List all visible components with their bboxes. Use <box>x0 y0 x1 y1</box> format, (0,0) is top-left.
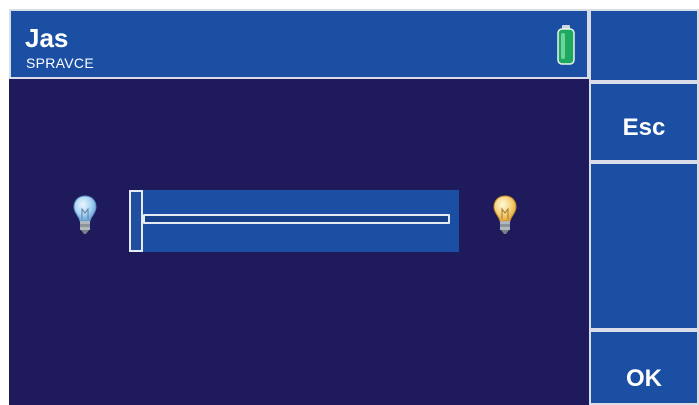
header: Jas SPRAVCE <box>9 9 589 79</box>
user-role-label: SPRAVCE <box>26 55 94 71</box>
esc-button-label: Esc <box>622 114 666 141</box>
brightness-screen: Jas SPRAVCE Esc OK <box>0 0 699 405</box>
side-button-middle[interactable] <box>589 162 699 330</box>
esc-button[interactable]: Esc <box>589 82 699 162</box>
frame-top <box>0 0 699 9</box>
brightness-slider-handle[interactable] <box>129 190 143 252</box>
side-button-top[interactable] <box>589 9 699 82</box>
bulb-dim-icon <box>73 195 97 234</box>
bulb-bright-icon <box>493 195 517 234</box>
brightness-slider[interactable] <box>129 190 459 252</box>
ok-button-label: OK <box>626 365 662 392</box>
battery-icon <box>557 25 575 65</box>
page-title: Jas <box>25 23 69 53</box>
brightness-slider-track[interactable] <box>143 214 450 224</box>
frame-left <box>0 0 9 405</box>
ok-button[interactable]: OK <box>589 330 699 405</box>
